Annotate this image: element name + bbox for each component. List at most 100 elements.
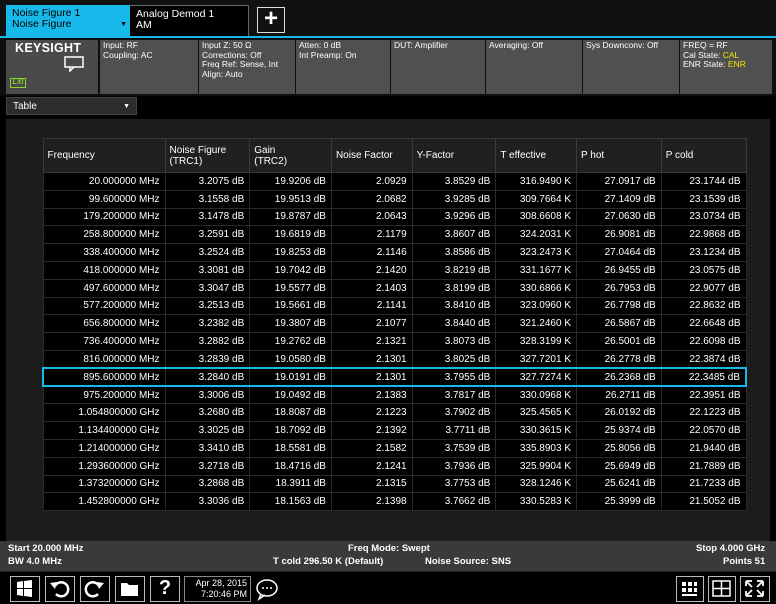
table-row[interactable]: 577.200000 MHz 3.2513 dB 19.5661 dB 2.1141 3… xyxy=(42,296,747,316)
table-cell: 3.2839 dB xyxy=(164,349,251,369)
table-cell: 19.9206 dB xyxy=(249,172,332,191)
layout-grid-button[interactable] xyxy=(676,576,704,602)
column-header[interactable]: Frequency xyxy=(42,138,166,173)
atten-settings-panel[interactable]: Atten: 0 dB Int Preamp: On xyxy=(296,40,390,94)
column-header[interactable]: T effective xyxy=(495,138,578,173)
tab-analog-demod[interactable]: Analog Demod 1 AM xyxy=(130,5,249,36)
table-cell: 325.4565 K xyxy=(495,403,578,423)
table-row[interactable]: 1.134400000 GHz 3.3025 dB 18.7092 dB 2.1392… xyxy=(42,421,747,440)
table-row[interactable]: 179.200000 MHz 3.1478 dB 19.8787 dB 2.0643 3… xyxy=(42,207,747,227)
fullscreen-button[interactable] xyxy=(740,576,770,602)
screen-message-icon[interactable] xyxy=(64,56,84,72)
table-row[interactable]: 99.600000 MHz 3.1558 dB 19.9513 dB 2.0682 3.… xyxy=(42,189,747,209)
stop-frequency[interactable]: Stop 4.000 GHz xyxy=(696,543,765,555)
time: 7:20:46 PM xyxy=(200,589,247,599)
windows-start-button[interactable] xyxy=(10,576,40,602)
table-cell: 3.7539 dB xyxy=(411,438,497,458)
chevron-down-icon[interactable]: ▼ xyxy=(120,19,127,30)
table-row[interactable]: 1.054800000 GHz 3.2680 dB 18.8087 dB 2.1223… xyxy=(42,403,747,423)
column-header[interactable]: Y-Factor xyxy=(411,138,497,173)
enr-state-value: ENR xyxy=(727,59,746,70)
input-z-settings-panel[interactable]: Input Z: 50 Ω Corrections: Off Freq Ref:… xyxy=(199,40,295,94)
column-header[interactable]: Noise Factor xyxy=(330,138,413,173)
dut-settings-panel[interactable]: DUT: Amplifier xyxy=(391,40,485,94)
table-cell: 19.9513 dB xyxy=(249,189,332,209)
table-row[interactable]: 895.600000 MHz 3.2840 dB 19.0191 dB 2.1301 3… xyxy=(41,367,747,388)
help-button[interactable]: ? xyxy=(150,576,180,602)
date: Apr 28, 2015 xyxy=(195,578,247,588)
view-dropdown[interactable]: Table ▼ xyxy=(6,97,137,115)
coupling-setting: Coupling: AC xyxy=(103,49,153,60)
table-row[interactable]: 1.452800000 GHz 3.3036 dB 18.1563 dB 2.1398… xyxy=(42,492,747,512)
cal-state-label: Cal State: xyxy=(683,49,723,60)
table-row[interactable]: 736.400000 MHz 3.2882 dB 19.2762 dB 2.1321 3… xyxy=(42,332,747,351)
freq-settings-panel[interactable]: FREQ = RF Cal State: CAL ENR State: ENR xyxy=(680,40,772,94)
table-cell: 2.0682 xyxy=(330,189,413,209)
multi-window-button[interactable] xyxy=(708,576,736,602)
brand-panel[interactable]: KEYSIGHT LXI xyxy=(6,40,98,94)
table-row[interactable]: 418.000000 MHz 3.3081 dB 19.7042 dB 2.1420 3… xyxy=(42,260,747,280)
table-cell: 23.1234 dB xyxy=(660,243,747,262)
table-cell: 3.8607 dB xyxy=(411,225,497,245)
noise-source[interactable]: Noise Source: SNS xyxy=(425,556,511,568)
tab-subtitle: Noise Figure xyxy=(12,18,72,30)
table-cell: 3.1478 dB xyxy=(164,207,251,227)
add-tab-button[interactable]: + xyxy=(257,7,285,33)
table-row[interactable]: 1.373200000 GHz 3.2868 dB 18.3911 dB 2.1315… xyxy=(42,474,747,494)
start-frequency[interactable]: Start 20.000 MHz xyxy=(8,543,84,555)
input-settings-panel[interactable]: Input: RF Coupling: AC xyxy=(100,40,198,94)
table-cell: 3.7902 dB xyxy=(411,403,497,423)
table-cell: 22.8632 dB xyxy=(660,296,747,316)
bandwidth[interactable]: BW 4.0 MHz xyxy=(8,556,62,568)
table-cell: 2.1301 xyxy=(330,349,413,369)
table-cell: 2.1315 xyxy=(330,474,413,494)
table-cell: 3.2591 dB xyxy=(164,225,251,245)
sys-downconv-setting: Sys Downconv: Off xyxy=(586,40,659,50)
undo-button[interactable] xyxy=(45,576,75,602)
preamp-setting: Int Preamp: On xyxy=(299,49,357,60)
table-cell: 19.5661 dB xyxy=(249,296,332,316)
table-cell: 3.3410 dB xyxy=(164,438,251,458)
sys-downconv-settings-panel[interactable]: Sys Downconv: Off xyxy=(583,40,679,94)
table-cell: 2.1301 xyxy=(330,367,413,388)
lxi-icon: LXI xyxy=(10,78,26,88)
table-cell: 330.3615 K xyxy=(495,421,578,440)
column-header[interactable]: P cold xyxy=(660,138,747,173)
column-header[interactable]: P hot xyxy=(576,138,662,173)
folder-button[interactable] xyxy=(115,576,145,602)
table-cell: 3.2868 dB xyxy=(164,474,251,494)
table-cell: 18.1563 dB xyxy=(249,492,332,512)
table-cell: 21.7889 dB xyxy=(660,456,747,476)
table-cell: 328.3199 K xyxy=(495,332,578,351)
freq-mode[interactable]: Freq Mode: Swept xyxy=(348,543,430,555)
tab-noise-figure[interactable]: Noise Figure 1 Noise Figure ▼ xyxy=(6,5,130,36)
date-time-display[interactable]: Apr 28, 2015 7:20:46 PM xyxy=(184,576,251,602)
table-cell: 309.7664 K xyxy=(495,189,578,209)
averaging-settings-panel[interactable]: Averaging: Off xyxy=(486,40,582,94)
folder-icon xyxy=(121,583,138,596)
table-row[interactable]: 975.200000 MHz 3.3006 dB 19.0492 dB 2.1383 3… xyxy=(42,385,747,405)
column-header[interactable]: Noise Figure (TRC1) xyxy=(164,138,251,173)
redo-button[interactable] xyxy=(80,576,110,602)
table-row[interactable]: 1.214000000 GHz 3.3410 dB 18.5581 dB 2.1582… xyxy=(42,438,747,458)
table-cell: 3.7955 dB xyxy=(411,367,497,388)
table-row[interactable]: 338.400000 MHz 3.2524 dB 19.8253 dB 2.1146 3… xyxy=(42,243,747,262)
measurement-tab-bar: Noise Figure 1 Noise Figure ▼ Analog Dem… xyxy=(0,0,776,38)
keyboard-button[interactable] xyxy=(253,576,283,602)
t-cold[interactable]: T cold 296.50 K (Default) xyxy=(273,556,383,568)
table-cell: 23.0734 dB xyxy=(660,207,747,227)
table-cell: 2.1383 xyxy=(330,385,413,405)
table-row[interactable]: 258.800000 MHz 3.2591 dB 19.6819 dB 2.1179 3… xyxy=(42,225,747,245)
table-row[interactable]: 816.000000 MHz 3.2839 dB 19.0580 dB 2.1301 3… xyxy=(42,349,747,369)
table-cell: 3.9296 dB xyxy=(411,207,497,227)
table-cell: 27.1409 dB xyxy=(576,189,662,209)
column-header[interactable]: Gain (TRC2) xyxy=(249,138,332,173)
table-cell: 2.0643 xyxy=(330,207,413,227)
table-row[interactable]: 20.000000 MHz 3.2075 dB 19.9206 dB 2.0929 3.… xyxy=(42,172,747,191)
table-cell: 2.1223 xyxy=(330,403,413,423)
points[interactable]: Points 51 xyxy=(723,556,765,568)
table-cell: 18.8087 dB xyxy=(249,403,332,423)
table-row[interactable]: 1.293600000 GHz 3.2718 dB 18.4716 dB 2.1241… xyxy=(42,456,747,476)
table-row[interactable]: 497.600000 MHz 3.3047 dB 19.5577 dB 2.1403 3… xyxy=(42,278,747,298)
table-row[interactable]: 656.800000 MHz 3.2382 dB 19.3807 dB 2.1077 3… xyxy=(42,314,747,334)
